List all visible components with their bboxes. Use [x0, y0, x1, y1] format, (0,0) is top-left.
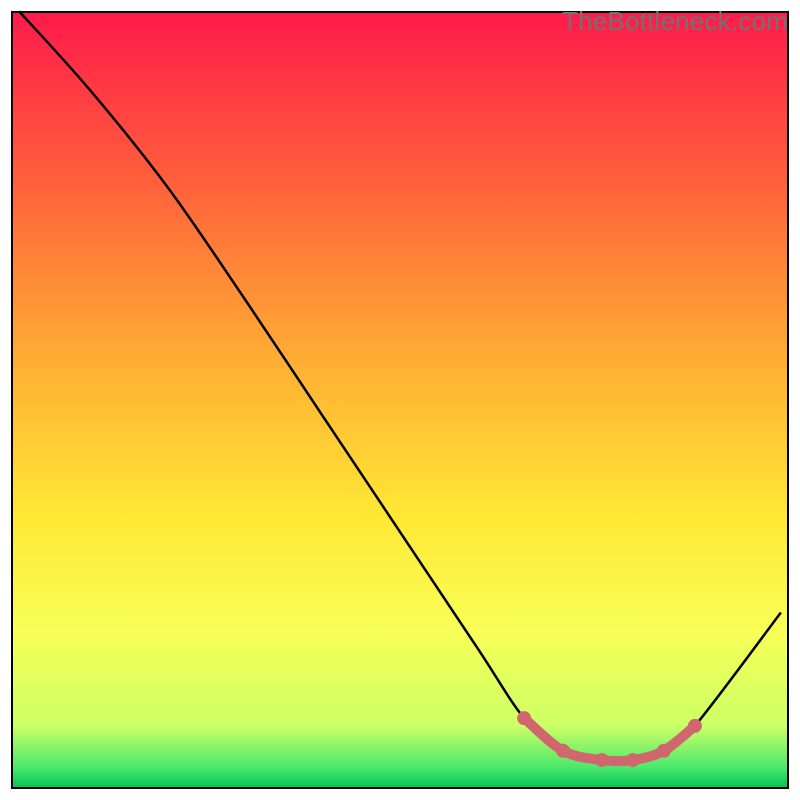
highlight-dot [626, 753, 640, 767]
highlight-dot [688, 719, 702, 733]
bottleneck-chart [0, 0, 800, 800]
chart-container: TheBottleneck.com [0, 0, 800, 800]
plot-area [12, 12, 788, 788]
highlight-dot [556, 744, 570, 758]
highlight-dot [657, 744, 671, 758]
highlight-dot [517, 711, 531, 725]
watermark-text: TheBottleneck.com [562, 6, 788, 37]
highlight-dot [595, 753, 609, 767]
